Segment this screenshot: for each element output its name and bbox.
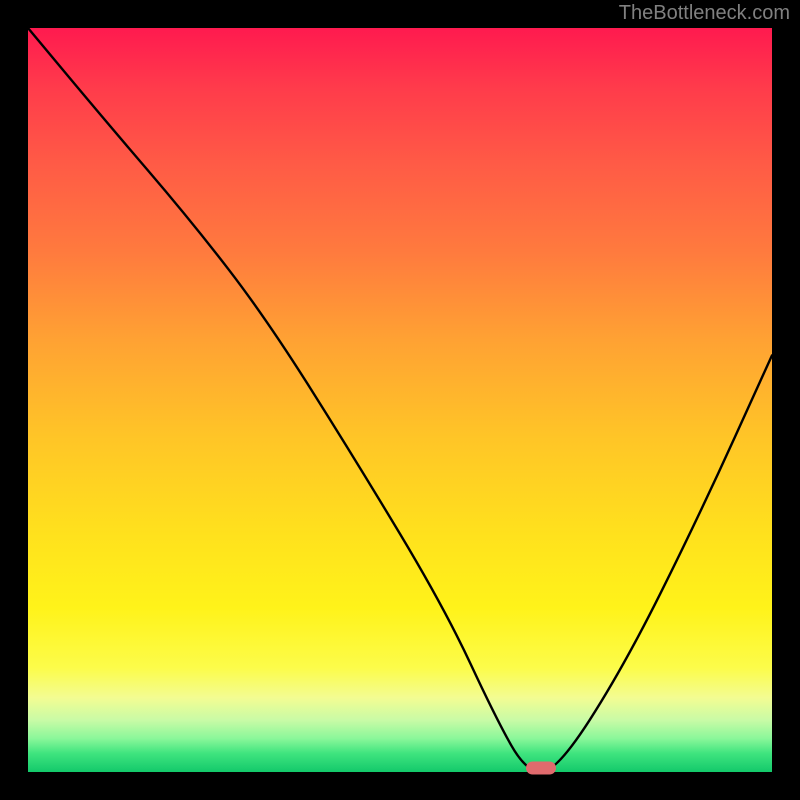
plot-area [28,28,772,772]
watermark-text: TheBottleneck.com [619,2,790,25]
curve-path [28,28,772,772]
optimal-point-marker [526,762,556,775]
chart-frame: TheBottleneck.com [0,0,800,800]
bottleneck-curve [28,28,772,772]
